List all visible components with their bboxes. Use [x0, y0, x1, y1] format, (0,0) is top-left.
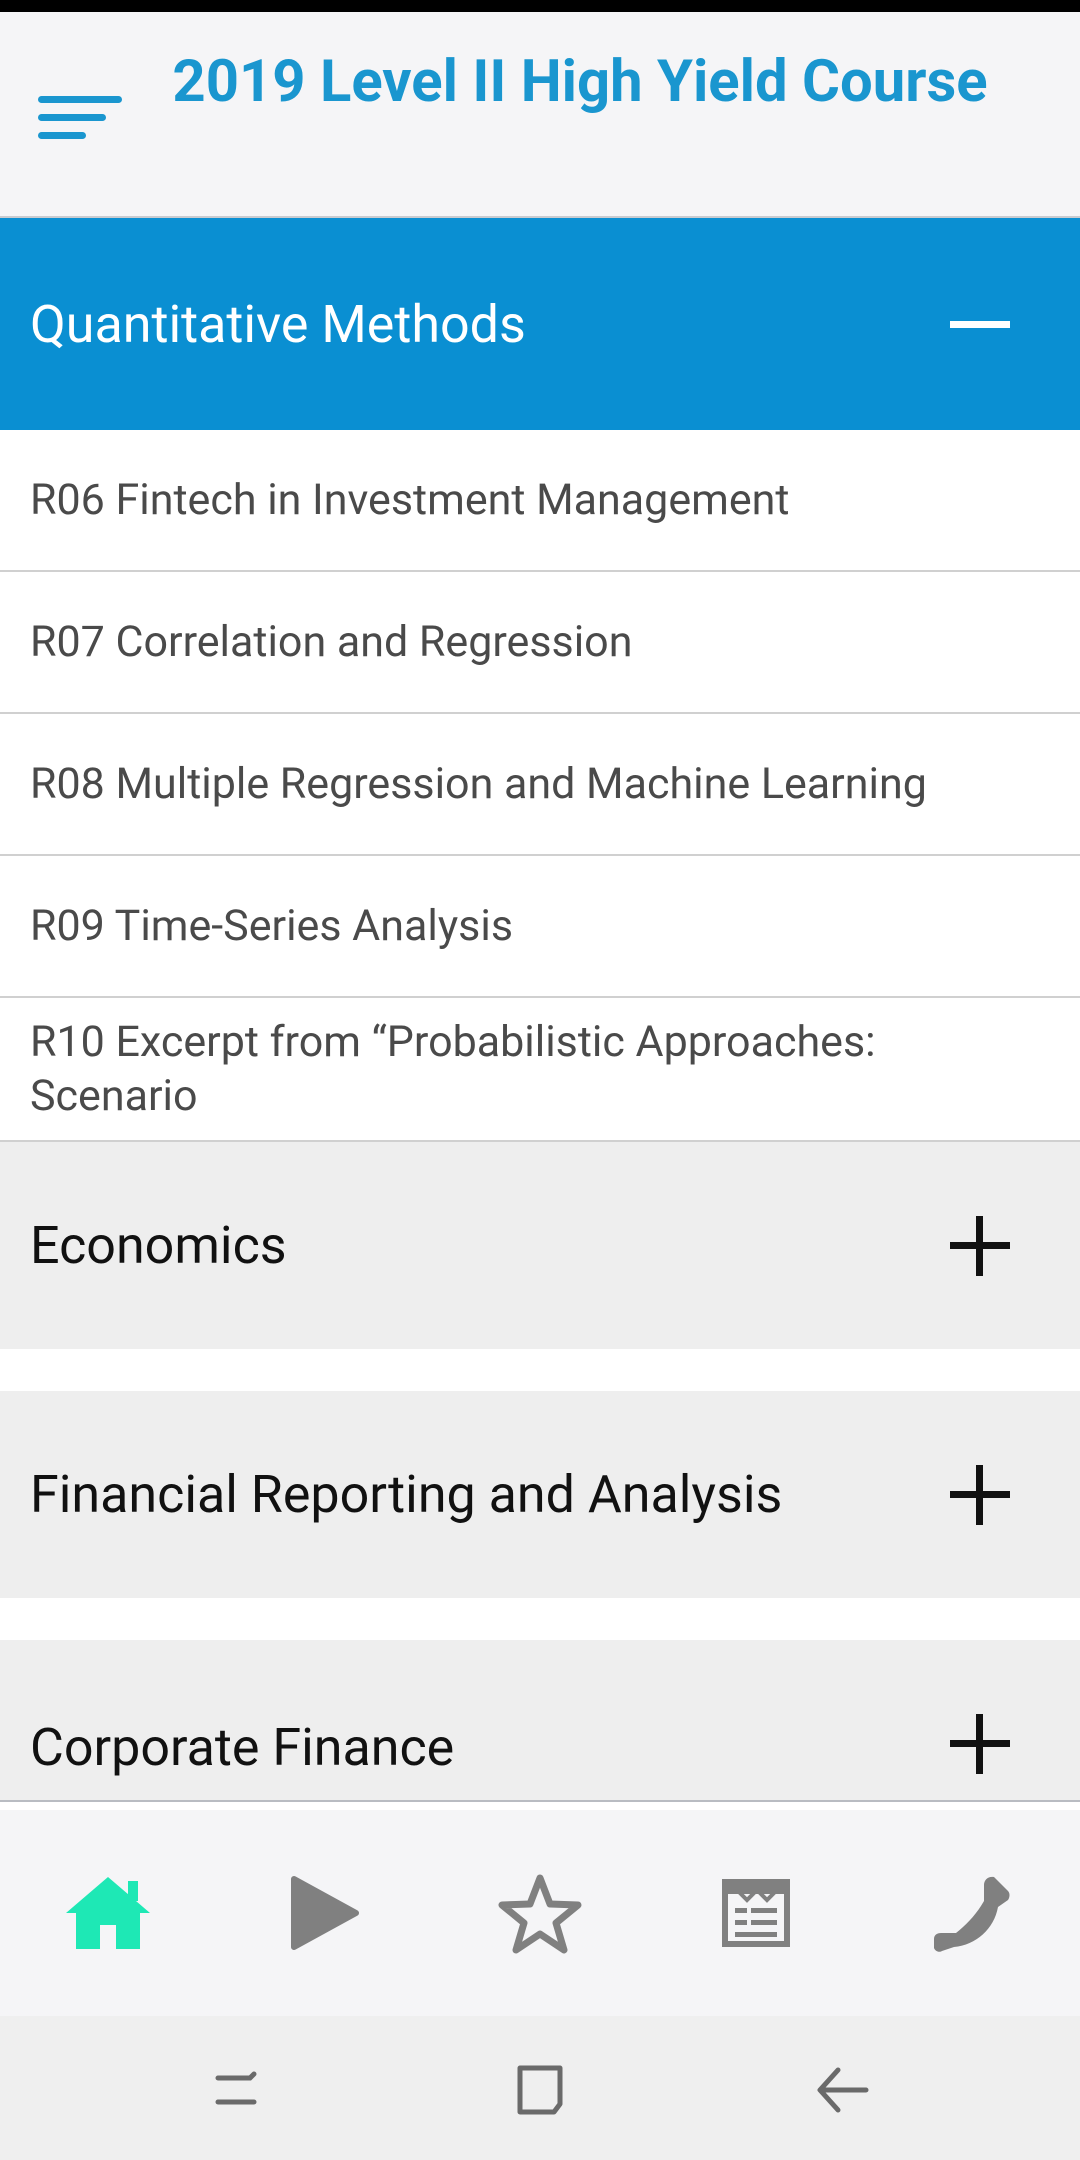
system-navigation-bar: [0, 2016, 1080, 2160]
section-economics[interactable]: Economics: [0, 1142, 1080, 1349]
expand-plus-icon[interactable]: [950, 1215, 1010, 1276]
back-icon[interactable]: [812, 2060, 872, 2120]
star-icon: [498, 1874, 582, 1954]
section-label: Economics: [30, 1215, 287, 1276]
tab-contact[interactable]: [917, 1858, 1027, 1968]
section-label: Quantitative Methods: [30, 293, 526, 355]
list-item[interactable]: R08 Multiple Regression and Machine Lear…: [0, 714, 1080, 856]
hamburger-menu-icon: [38, 96, 122, 139]
recent-apps-icon[interactable]: [208, 2060, 268, 2120]
status-bar: [0, 0, 1080, 12]
section-label: Corporate Finance: [30, 1717, 455, 1778]
collapse-minus-icon[interactable]: [950, 294, 1010, 354]
home-square-icon[interactable]: [510, 2060, 570, 2120]
home-icon: [66, 1877, 150, 1949]
page-title: 2019 Level II High Yield Course: [172, 48, 988, 116]
section-label: Financial Reporting and Analysis: [30, 1464, 783, 1525]
course-accordion: Quantitative Methods R06 Fintech in Inve…: [0, 218, 1080, 1802]
bottom-tab-bar: [0, 1810, 1080, 2016]
list-item[interactable]: R07 Correlation and Regression: [0, 572, 1080, 714]
section-financial-reporting[interactable]: Financial Reporting and Analysis: [0, 1391, 1080, 1598]
notes-icon: [722, 1879, 790, 1947]
tab-favorites[interactable]: [485, 1858, 595, 1968]
section-quantitative-methods[interactable]: Quantitative Methods: [0, 218, 1080, 430]
menu-button[interactable]: [36, 84, 126, 154]
expand-plus-icon[interactable]: [950, 1714, 1010, 1774]
expand-plus-icon[interactable]: [950, 1464, 1010, 1525]
reading-list: R06 Fintech in Investment Management R07…: [0, 430, 1080, 1142]
app-header: 2019 Level II High Yield Course: [0, 12, 1080, 218]
list-item[interactable]: R10 Excerpt from “Probabilistic Approach…: [0, 998, 1080, 1142]
tab-videos[interactable]: [269, 1858, 379, 1968]
tab-home[interactable]: [53, 1858, 163, 1968]
list-item[interactable]: R06 Fintech in Investment Management: [0, 430, 1080, 572]
list-item[interactable]: R09 Time-Series Analysis: [0, 856, 1080, 998]
section-corporate-finance[interactable]: Corporate Finance: [0, 1640, 1080, 1802]
phone-icon: [934, 1876, 1010, 1952]
play-icon: [291, 1876, 359, 1950]
tab-notes[interactable]: [701, 1858, 811, 1968]
